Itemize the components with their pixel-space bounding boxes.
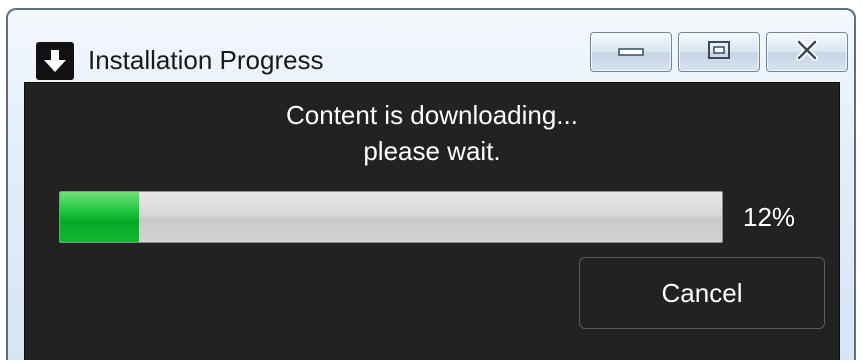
restore-button[interactable] [678, 32, 760, 72]
status-message-line-1: Content is downloading... [286, 100, 578, 130]
download-arrow-icon [36, 42, 74, 80]
dialog-content: Content is downloading... please wait. 1… [24, 82, 840, 360]
status-message-line-2: please wait. [363, 136, 501, 166]
installation-progress-window: Installation Progress Content is downloa… [6, 8, 856, 360]
cancel-button[interactable]: Cancel [579, 257, 825, 329]
minimize-button[interactable] [590, 32, 672, 72]
window-title: Installation Progress [88, 45, 324, 75]
title-bar[interactable]: Installation Progress [8, 10, 854, 80]
progress-percent-label: 12% [743, 202, 796, 232]
close-icon [794, 38, 820, 66]
restore-icon [707, 40, 731, 65]
progress-bar [59, 191, 723, 243]
close-button[interactable] [766, 32, 848, 72]
minimize-icon [618, 43, 644, 62]
progress-bar-fill [60, 192, 140, 242]
